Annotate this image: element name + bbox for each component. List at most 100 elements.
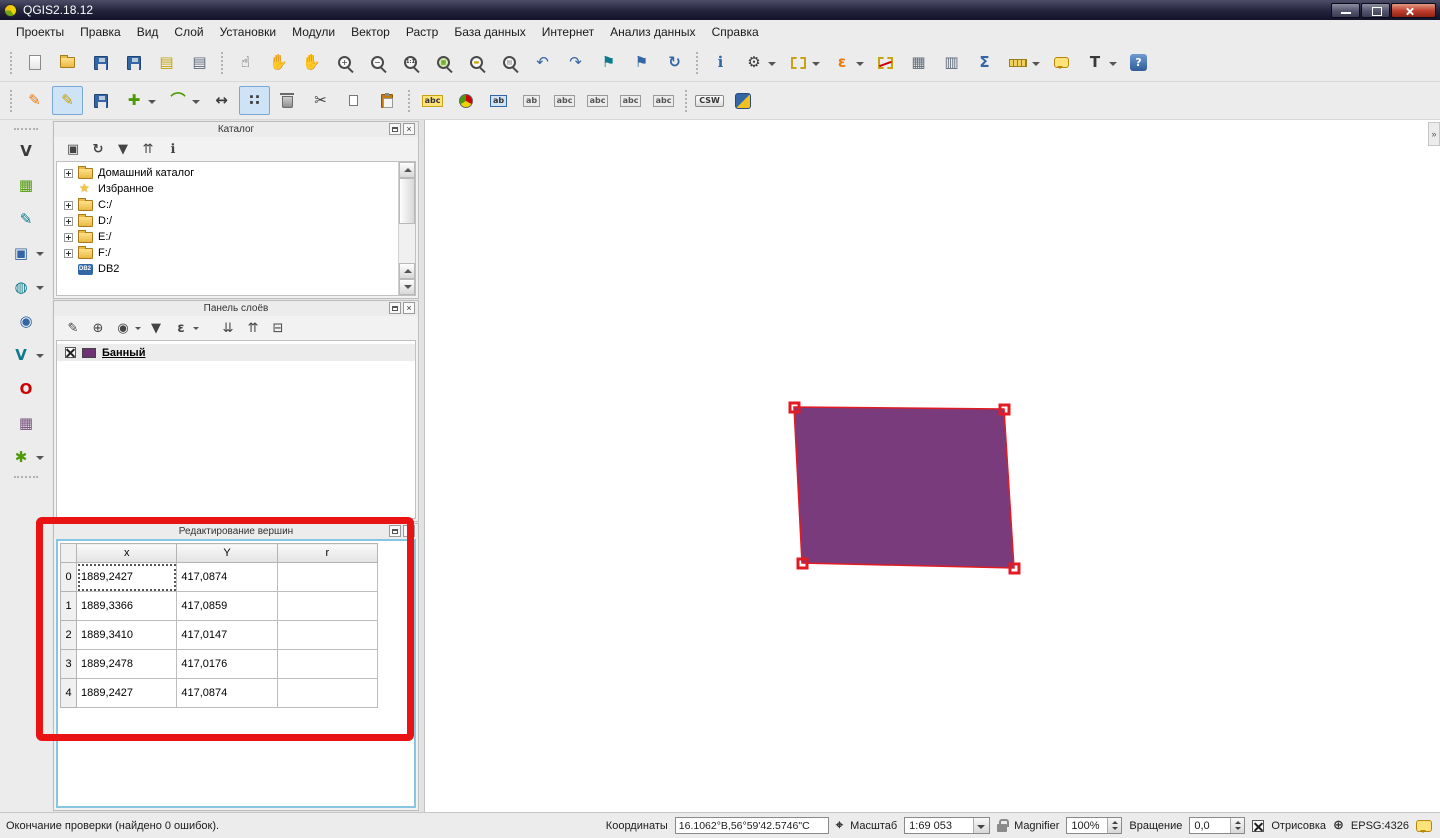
- cell-r[interactable]: [276, 591, 379, 621]
- menu-item[interactable]: Справка: [704, 22, 767, 42]
- pan-map-button[interactable]: ✋: [263, 48, 294, 77]
- identify-button[interactable]: ℹ: [705, 48, 736, 77]
- toolbar-grip[interactable]: [10, 51, 13, 74]
- browser-tree-item[interactable]: C:/: [57, 197, 398, 213]
- browser-tree-item[interactable]: F:/: [57, 245, 398, 261]
- add-postgis-layer-button[interactable]: ▣: [4, 238, 48, 268]
- corner-header[interactable]: [59, 543, 78, 563]
- expander-icon[interactable]: [64, 232, 73, 242]
- browser-tree-item[interactable]: E:/: [57, 229, 398, 245]
- catalog-add-layers-button[interactable]: ▣: [62, 139, 84, 159]
- layer-swatch[interactable]: [82, 347, 96, 358]
- add-raster-layer-button[interactable]: ▦: [7, 170, 45, 200]
- expander-icon[interactable]: [64, 200, 73, 210]
- statistics-button[interactable]: ▥: [936, 48, 967, 77]
- toolbar-grip[interactable]: [10, 89, 13, 112]
- cell-x[interactable]: 1889,2427: [76, 678, 178, 708]
- map-themes-button[interactable]: ◉: [112, 318, 142, 338]
- zoom-out-button[interactable]: −: [362, 48, 393, 77]
- vertex-panel-header[interactable]: Редактирование вершин ×: [54, 524, 418, 539]
- rotation-spinbox[interactable]: 0,0: [1189, 817, 1246, 834]
- open-project-button[interactable]: [52, 48, 83, 77]
- cell-y[interactable]: 417,0147: [176, 620, 278, 650]
- show-bookmarks-button[interactable]: ⚑: [626, 48, 657, 77]
- circular-string-button[interactable]: ⌒: [162, 86, 204, 115]
- expander-icon[interactable]: [64, 248, 73, 258]
- collapse-all-button[interactable]: ⇈: [242, 318, 264, 338]
- select-features-button[interactable]: [782, 48, 824, 77]
- add-feature-button[interactable]: ✚: [118, 86, 160, 115]
- touch-zoom-button[interactable]: ☝: [230, 48, 261, 77]
- map-tips-button[interactable]: [1046, 48, 1077, 77]
- menu-item[interactable]: Слой: [166, 22, 211, 42]
- zoom-to-selection-button[interactable]: ▬: [461, 48, 492, 77]
- toolbar-grip[interactable]: [696, 51, 699, 74]
- menu-item[interactable]: Правка: [72, 22, 129, 42]
- selected-polygon[interactable]: [793, 406, 1015, 569]
- add-group-button[interactable]: ⊕: [87, 318, 109, 338]
- expander-icon[interactable]: [64, 185, 73, 194]
- spin-down-icon[interactable]: [1235, 827, 1242, 830]
- deselect-button[interactable]: [870, 48, 901, 77]
- menu-item[interactable]: Установки: [212, 22, 284, 42]
- column-header-x[interactable]: x: [76, 543, 178, 563]
- node-tool-button[interactable]: ∷: [239, 86, 270, 115]
- attribute-table-button[interactable]: ▦: [903, 48, 934, 77]
- expand-all-button[interactable]: ⇊: [217, 318, 239, 338]
- add-wms-layer-button[interactable]: ◉: [7, 306, 45, 336]
- text-annotation-button[interactable]: T: [1079, 48, 1121, 77]
- panel-float-button[interactable]: [389, 123, 401, 135]
- browser-tree-item[interactable]: Избранное: [57, 181, 398, 197]
- scroll-thumb[interactable]: [399, 178, 415, 224]
- move-label-button[interactable]: abc: [582, 86, 613, 115]
- zoom-in-button[interactable]: +: [329, 48, 360, 77]
- cell-r[interactable]: [276, 562, 379, 592]
- coordinates-input[interactable]: 16.1062°В,56°59'42.5746"С: [674, 817, 829, 834]
- scroll-up-icon[interactable]: [399, 263, 415, 279]
- add-vector-layer-button[interactable]: V: [7, 136, 45, 166]
- new-layer-button[interactable]: ✱: [4, 442, 48, 472]
- highlight-labels-button[interactable]: ab: [516, 86, 547, 115]
- new-composer-button[interactable]: ▤: [151, 48, 182, 77]
- python-console-button[interactable]: [727, 86, 758, 115]
- browser-tree-item[interactable]: Домашний каталог: [57, 165, 398, 181]
- column-header-r[interactable]: r: [276, 543, 379, 563]
- mouse-position-icon[interactable]: ⌖: [836, 818, 843, 833]
- magnifier-spinbox[interactable]: 100%: [1066, 817, 1123, 834]
- browser-panel-header[interactable]: Каталог ×: [54, 122, 418, 137]
- scroll-up-icon[interactable]: [399, 162, 415, 178]
- cell-r[interactable]: [276, 678, 379, 708]
- expander-icon[interactable]: [64, 265, 73, 274]
- zoom-native-button[interactable]: 1:1: [395, 48, 426, 77]
- cell-y[interactable]: 417,0874: [176, 562, 278, 592]
- remove-layer-button[interactable]: ⊟: [267, 318, 289, 338]
- toolbar-grip[interactable]: [14, 128, 38, 132]
- crs-icon[interactable]: ⊕: [1333, 818, 1344, 833]
- paste-features-button[interactable]: [371, 86, 402, 115]
- pin-labels-button[interactable]: ab: [483, 86, 514, 115]
- titlebar[interactable]: QGIS2.18.12: [0, 0, 1440, 20]
- catalog-filter-button[interactable]: ▼: [112, 139, 134, 159]
- row-number[interactable]: 4: [59, 678, 78, 708]
- zoom-last-button[interactable]: ↶: [527, 48, 558, 77]
- add-wfs-layer-button[interactable]: V: [4, 340, 48, 370]
- scroll-down-icon[interactable]: [399, 279, 415, 295]
- minimize-button[interactable]: [1331, 2, 1360, 18]
- lock-scale-icon[interactable]: [997, 818, 1010, 832]
- toggle-editing-button[interactable]: ✎: [52, 86, 83, 115]
- move-feature-button[interactable]: ↔: [206, 86, 237, 115]
- layer-name[interactable]: Банный: [102, 347, 145, 359]
- cell-r[interactable]: [276, 620, 379, 650]
- labeling-options-button[interactable]: abc: [417, 86, 448, 115]
- scrollbar[interactable]: [398, 162, 415, 295]
- new-bookmark-button[interactable]: ⚑: [593, 48, 624, 77]
- row-number[interactable]: 0: [59, 562, 78, 592]
- cell-x[interactable]: 1889,3366: [76, 591, 178, 621]
- sum-button[interactable]: Σ: [969, 48, 1000, 77]
- column-header-y[interactable]: Y: [176, 543, 278, 563]
- restore-button[interactable]: [1361, 2, 1390, 18]
- select-expression-button[interactable]: ε: [826, 48, 868, 77]
- filter-legend-button[interactable]: ▼: [145, 318, 167, 338]
- cell-x[interactable]: 1889,2427: [76, 562, 178, 592]
- toolbar-grip[interactable]: [685, 89, 688, 112]
